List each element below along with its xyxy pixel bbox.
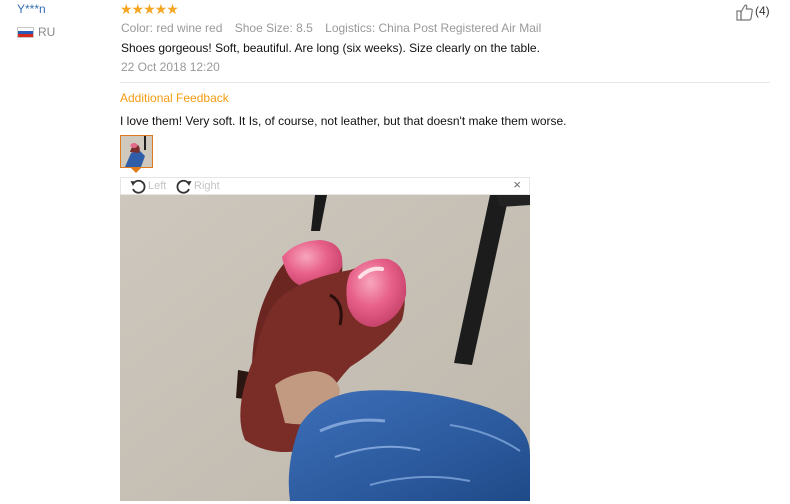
rotate-left-label: Left (148, 180, 167, 192)
review-date: 22 Oct 2018 12:20 (121, 60, 220, 74)
review-photo (120, 195, 530, 501)
reviewer-name[interactable]: Y***n (17, 2, 46, 16)
divider (120, 82, 770, 83)
reviewer-country: RU (38, 25, 56, 39)
shoe-size-attribute: Shoe Size: 8.5 (234, 21, 313, 35)
close-viewer-button[interactable]: × (513, 177, 521, 192)
rotate-left-button[interactable]: Left (129, 178, 166, 194)
additional-feedback-label: Additional Feedback (120, 91, 229, 105)
photo-thumbnail[interactable] (120, 135, 153, 168)
rotate-right-label: Right (194, 180, 220, 192)
color-attribute: Color: red wine red (121, 21, 223, 35)
star-rating: ★★★★★ (120, 1, 179, 17)
thumbnail-selected-caret (131, 168, 141, 173)
review-text: Shoes gorgeous! Soft, beautiful. Are lon… (121, 41, 540, 55)
rotate-right-button[interactable]: Right (175, 178, 220, 194)
logistics-attribute: Logistics: China Post Registered Air Mai… (325, 21, 542, 35)
image-viewer-toolbar: Left Right × (120, 177, 530, 195)
rotate-right-icon (176, 179, 192, 194)
order-attributes: Color: red wine red Shoe Size: 8.5 Logis… (121, 21, 550, 35)
additional-feedback-text: I love them! Very soft. It Is, of course… (120, 114, 567, 128)
russia-flag-icon (17, 27, 34, 38)
thumbs-up-icon[interactable] (736, 3, 754, 21)
helpful-count: (4) (755, 4, 770, 18)
rotate-left-icon (130, 179, 146, 194)
